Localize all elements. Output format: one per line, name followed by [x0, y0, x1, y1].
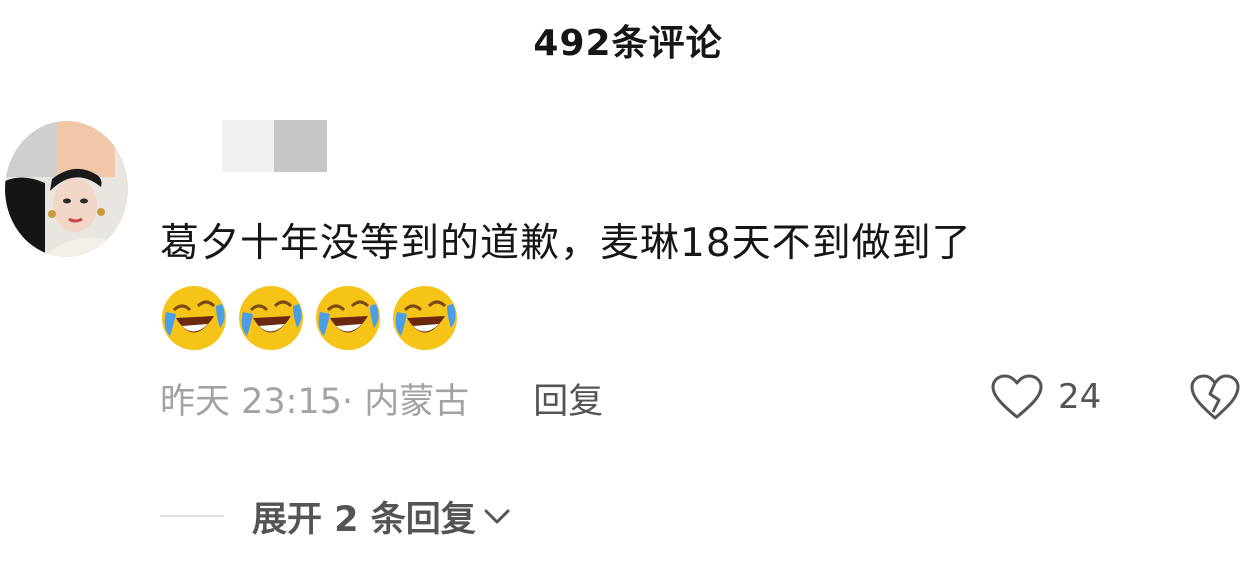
comment-emojis	[160, 284, 459, 352]
expand-divider-line	[160, 515, 224, 517]
laugh-cry-emoji	[316, 286, 380, 350]
username-redacted[interactable]	[222, 120, 327, 172]
like-button[interactable]: 24	[990, 372, 1101, 422]
expand-replies-label: 展开 2 条回复	[252, 499, 476, 540]
broken-heart-icon	[1190, 374, 1240, 420]
comment-time-location: 昨天 23:15· 内蒙古	[160, 381, 470, 422]
heart-icon	[991, 374, 1043, 419]
avatar-photo	[5, 168, 128, 257]
laugh-cry-emoji	[239, 286, 303, 350]
dislike-button[interactable]	[1189, 372, 1241, 422]
expand-replies-button[interactable]: 展开 2 条回复	[160, 490, 512, 542]
username-pixelation-right	[274, 120, 327, 172]
username-pixelation-left	[222, 120, 274, 172]
comment-meta: 昨天 23:15· 内蒙古 回复	[160, 372, 603, 424]
reply-button[interactable]: 回复	[533, 373, 603, 424]
laugh-cry-emoji	[162, 286, 226, 350]
like-count: 24	[1058, 377, 1102, 417]
comments-header: 492条评论	[0, 0, 1256, 80]
comment-text: 葛夕十年没等到的道歉，麦琳18天不到做到了	[160, 221, 972, 266]
comments-count-title: 492条评论	[533, 23, 723, 64]
laugh-cry-emoji	[393, 286, 457, 350]
chevron-down-icon	[484, 509, 510, 524]
avatar[interactable]	[5, 121, 128, 257]
